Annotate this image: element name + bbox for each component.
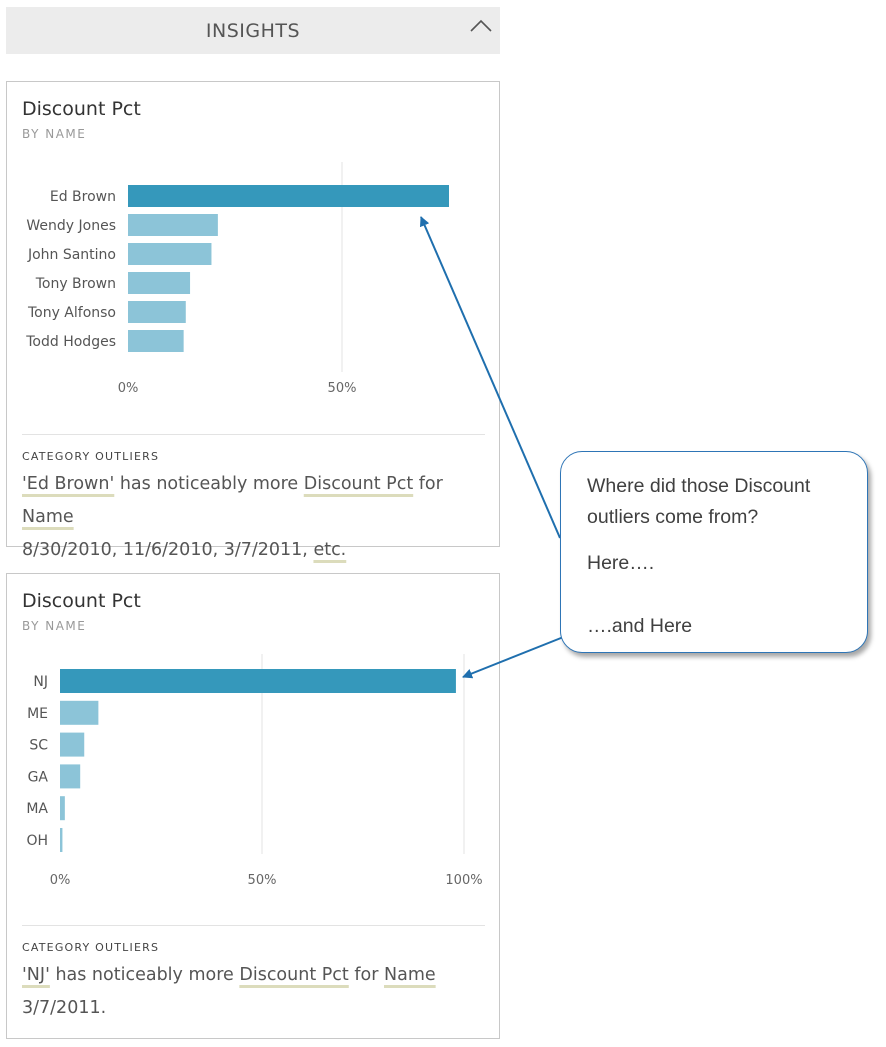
annotation-callout: Where did those Discount outliers come f…: [560, 451, 868, 653]
arrow-to-nj: [462, 635, 567, 679]
arrow-to-ed-brown: [419, 216, 561, 539]
callout-here: Here….: [587, 552, 655, 574]
callout-and-here: ….and Here: [587, 615, 693, 637]
callout-question: Where did those Discount outliers come f…: [587, 475, 811, 528]
